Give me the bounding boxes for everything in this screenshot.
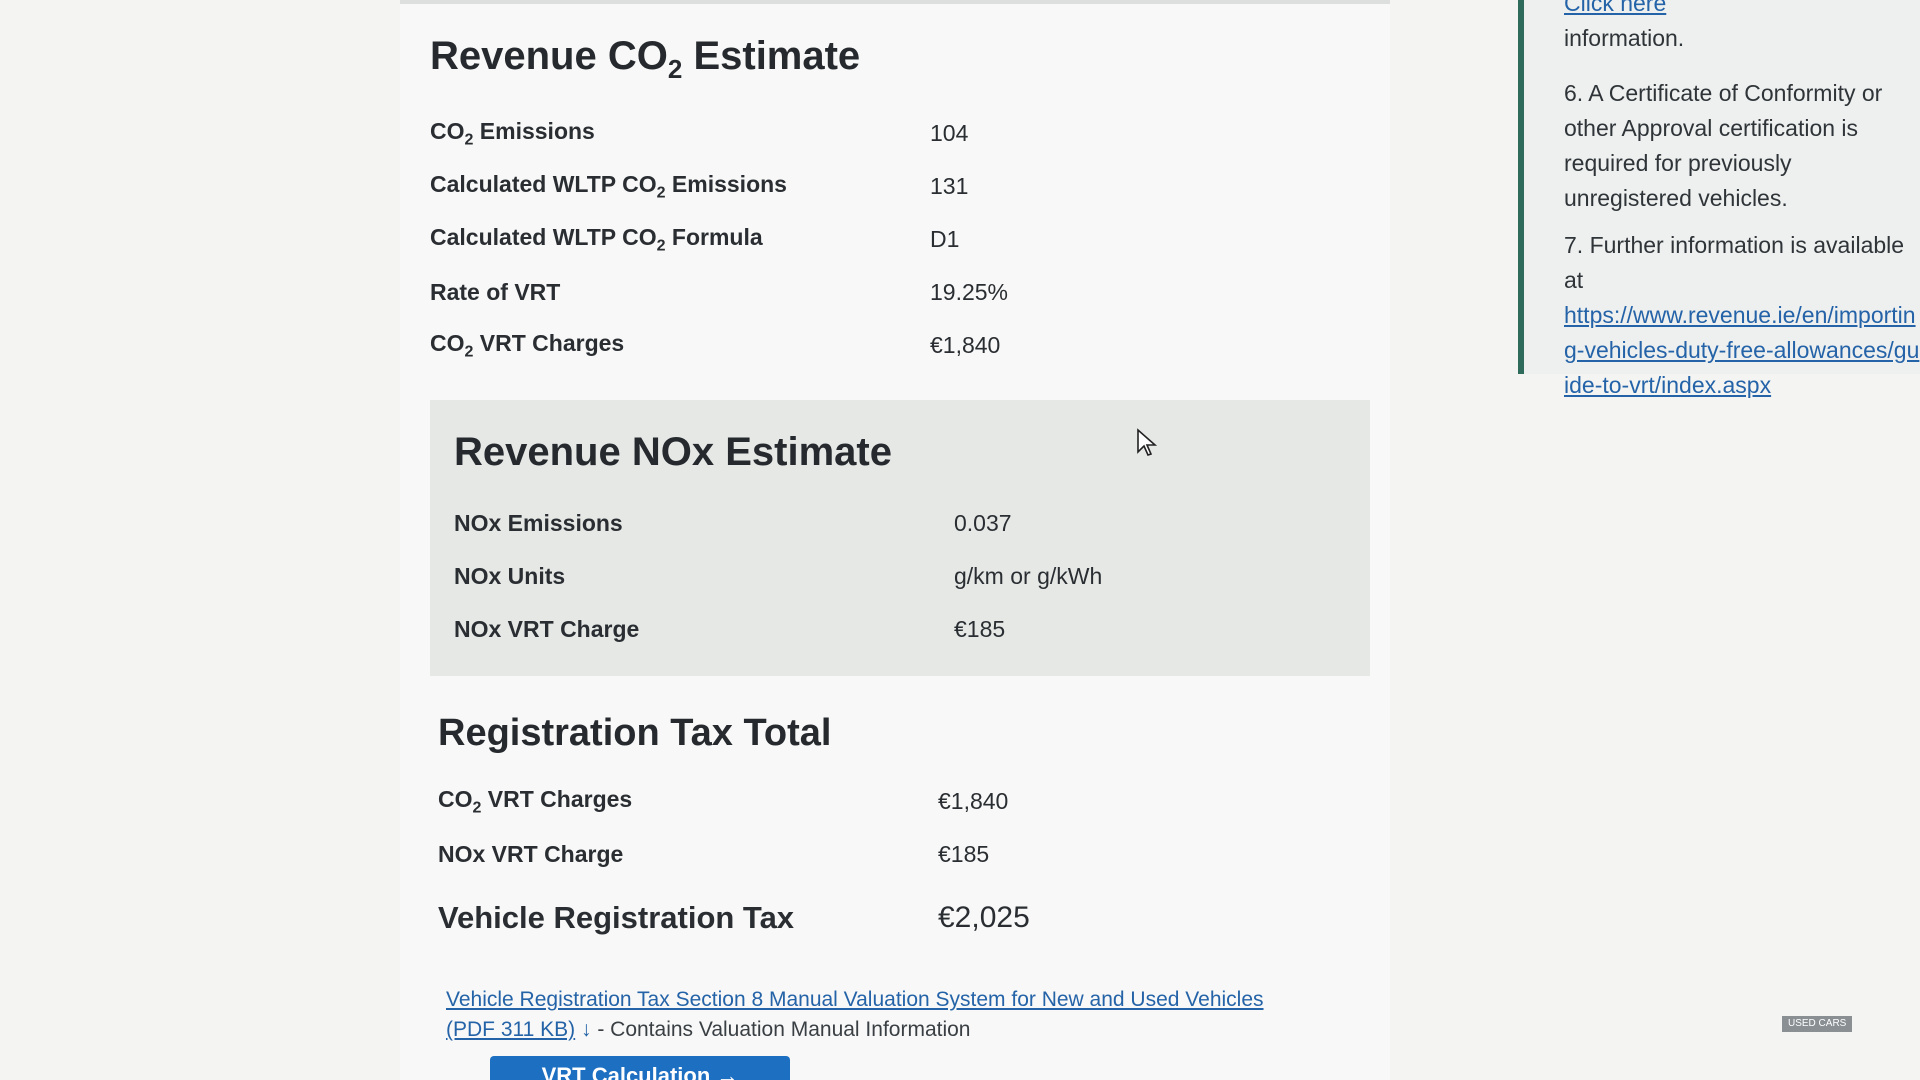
row-label: CO2 VRT Charges: [438, 785, 633, 817]
side-fragment: Click here information.: [1564, 0, 1920, 56]
co2-estimate-section: Revenue CO2 Estimate CO2 Emissions 104 C…: [400, 4, 1390, 382]
row-value: g/km or g/kWh: [954, 563, 1103, 589]
nox-section-title: Revenue NOx Estimate: [454, 430, 892, 474]
row-label: Calculated WLTP CO2 Emissions: [430, 170, 787, 202]
side-item-7: 7. Further information is available at h…: [1564, 228, 1920, 403]
co2-row-rate: Rate of VRT 19.25%: [430, 266, 1360, 319]
nox-row-vrt-charge: NOx VRT Charge €185: [454, 603, 1340, 656]
row-label: CO2 Emissions: [430, 117, 595, 149]
row-label: NOx Units: [454, 563, 566, 589]
side-click-here-link[interactable]: Click here: [1564, 0, 1666, 16]
side-fragment-text: information.: [1564, 25, 1685, 51]
page: Revenue CO2 Estimate CO2 Emissions 104 C…: [0, 0, 1920, 1080]
row-label: Rate of VRT: [430, 279, 561, 305]
row-label: NOx Emissions: [454, 510, 623, 536]
row-value: €1,840: [938, 788, 1009, 814]
co2-row-emissions: CO2 Emissions 104: [430, 107, 1360, 160]
nox-row-emissions: NOx Emissions 0.037: [454, 497, 1340, 550]
row-label: NOx VRT Charge: [438, 841, 624, 867]
total-row-nox: NOx VRT Charge €185: [438, 828, 1360, 881]
nox-estimate-section: Revenue NOx Estimate NOx Emissions 0.037…: [430, 400, 1370, 676]
download-arrow-icon[interactable]: ↓: [581, 1018, 592, 1041]
row-value: 131: [930, 173, 969, 199]
row-label: CO2 VRT Charges: [430, 329, 625, 361]
valuation-manual-line: Vehicle Registration Tax Section 8 Manua…: [400, 965, 1390, 1045]
total-section-title: Registration Tax Total: [438, 712, 832, 754]
revenue-guide-link[interactable]: https://www.revenue.ie/en/importing-vehi…: [1564, 298, 1920, 403]
main-content: Revenue CO2 Estimate CO2 Emissions 104 C…: [400, 0, 1390, 1080]
row-value: 0.037: [954, 510, 1012, 536]
co2-row-wltp-emissions: Calculated WLTP CO2 Emissions 131: [430, 160, 1360, 213]
vrt-calculation-button[interactable]: VRT Calculation →: [490, 1056, 790, 1080]
side-item-6: 6. A Certificate of Conformity or other …: [1564, 80, 1883, 211]
row-value: €185: [954, 616, 1006, 642]
total-row-grand: Vehicle Registration Tax €2,025: [438, 881, 1360, 955]
grand-total-label: Vehicle Registration Tax: [438, 900, 795, 935]
row-value: €1,840: [930, 332, 1001, 358]
grand-total-value: €2,025: [938, 901, 1030, 934]
row-value: D1: [930, 226, 960, 252]
co2-section-title: Revenue CO2 Estimate: [430, 34, 861, 84]
mouse-pointer-icon: [1137, 428, 1158, 456]
row-value: 19.25%: [930, 279, 1009, 305]
co2-row-wltp-formula: Calculated WLTP CO2 Formula D1: [430, 213, 1360, 266]
nox-row-units: NOx Units g/km or g/kWh: [454, 550, 1340, 603]
side-list: 6. A Certificate of Conformity or other …: [1564, 76, 1920, 403]
row-label: NOx VRT Charge: [454, 616, 640, 642]
co2-row-vrt-charges: CO2 VRT Charges €1,840: [430, 319, 1360, 372]
row-value: €185: [938, 841, 990, 867]
row-label: Calculated WLTP CO2 Formula: [430, 223, 763, 255]
side-item-7-text: 7. Further information is available at: [1564, 232, 1905, 293]
used-cars-badge: USED CARS: [1782, 1016, 1853, 1032]
row-value: 104: [930, 120, 969, 146]
total-row-co2: CO2 VRT Charges €1,840: [438, 775, 1360, 828]
registration-tax-total-section: Registration Tax Total CO2 VRT Charges €…: [400, 688, 1390, 965]
valuation-manual-suffix: - Contains Valuation Manual Information: [591, 1018, 971, 1041]
info-side-panel: Click here information. 6. A Certificate…: [1518, 0, 1920, 398]
